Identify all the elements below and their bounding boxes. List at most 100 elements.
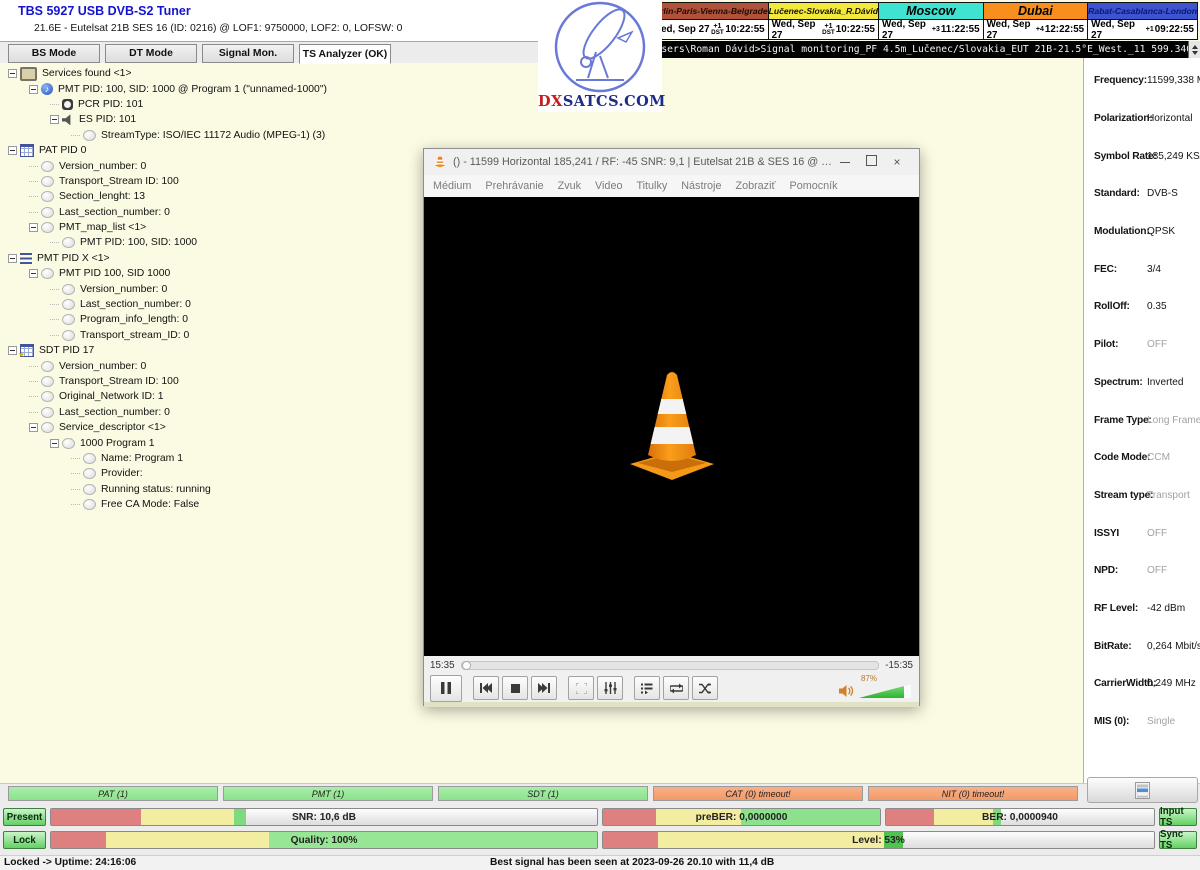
tree-node[interactable]: Free CA Mode: False <box>0 497 420 512</box>
tree-node[interactable]: 1000 Program 1 <box>0 435 420 450</box>
tree-expander-icon[interactable] <box>50 304 59 305</box>
tree-node[interactable]: Transport_Stream ID: 100 <box>0 174 420 189</box>
minimize-button[interactable] <box>832 155 858 169</box>
tree-node[interactable]: Transport_Stream ID: 100 <box>0 374 420 389</box>
close-button[interactable]: × <box>884 155 910 169</box>
stream-status-button[interactable] <box>1087 777 1198 803</box>
tree-node[interactable]: Version_number: 0 <box>0 358 420 373</box>
tree-expander-icon[interactable] <box>50 319 59 320</box>
loop-button[interactable] <box>663 676 689 700</box>
tree-expander-icon[interactable] <box>29 269 38 278</box>
tree-expander-icon[interactable] <box>71 473 80 474</box>
tree-expander-icon[interactable] <box>29 366 38 367</box>
input-ts-indicator[interactable]: Input TS <box>1159 808 1197 826</box>
vlc-menu-item[interactable]: Nástroje <box>681 180 721 192</box>
fullscreen-button[interactable] <box>568 676 594 700</box>
mode-tab[interactable]: TS Analyzer (OK) <box>299 44 391 64</box>
stop-button[interactable] <box>502 676 528 700</box>
vlc-video-area[interactable] <box>424 197 919 656</box>
tree-node[interactable]: Transport_stream_ID: 0 <box>0 328 420 343</box>
tree-expander-icon[interactable] <box>50 104 59 105</box>
volume-control[interactable]: 87% <box>839 683 911 698</box>
tree-expander-icon[interactable] <box>71 489 80 490</box>
tree-expander-icon[interactable] <box>29 412 38 413</box>
vlc-title-bar[interactable]: () - 11599 Horizontal 185,241 / RF: -45 … <box>424 149 919 175</box>
seek-knob[interactable] <box>462 661 471 670</box>
tree-expander-icon[interactable] <box>29 166 38 167</box>
tree-node[interactable]: ES PID: 101 <box>0 112 420 127</box>
lock-indicator[interactable]: Lock <box>3 831 46 849</box>
vlc-menu-item[interactable]: Titulky <box>636 180 667 192</box>
equalizer-button[interactable] <box>597 676 623 700</box>
tree-expander-icon[interactable] <box>8 254 17 263</box>
vlc-menu-item[interactable]: Video <box>595 180 622 192</box>
tree-expander-icon[interactable] <box>71 135 80 136</box>
present-indicator[interactable]: Present <box>3 808 46 826</box>
tree-node[interactable]: PMT PID: 100, SID: 1000 @ Program 1 ("un… <box>0 81 420 96</box>
parameter-value: OFF <box>1147 528 1167 539</box>
shuffle-button[interactable] <box>692 676 718 700</box>
tree-expander-icon[interactable] <box>50 289 59 290</box>
tree-node[interactable]: Version_number: 0 <box>0 158 420 173</box>
tree-node[interactable]: Service_descriptor <1> <box>0 420 420 435</box>
tree-node[interactable]: Last_section_number: 0 <box>0 297 420 312</box>
tree-node[interactable]: Services found <1> <box>0 66 420 81</box>
tree-expander-icon[interactable] <box>50 439 59 448</box>
vlc-menu-item[interactable]: Médium <box>433 180 471 192</box>
tree-node[interactable]: Last_section_number: 0 <box>0 205 420 220</box>
tree-node-label: Name: Program 1 <box>100 453 183 464</box>
tree-expander-icon[interactable] <box>29 396 38 397</box>
tree-expander-icon[interactable] <box>71 504 80 505</box>
tree-node[interactable]: SDT PID 17 <box>0 343 420 358</box>
playlist-button[interactable] <box>634 676 660 700</box>
mode-tab[interactable]: DT Mode <box>105 44 197 63</box>
tree-node[interactable]: StreamType: ISO/IEC 11172 Audio (MPEG-1)… <box>0 128 420 143</box>
tree-node[interactable]: PMT PID X <1> <box>0 251 420 266</box>
tree-expander-icon[interactable] <box>29 423 38 432</box>
tree-node[interactable]: Section_lenght: 13 <box>0 189 420 204</box>
tree-node[interactable]: PCR PID: 101 <box>0 97 420 112</box>
stop-icon <box>511 684 520 693</box>
volume-slider[interactable] <box>859 683 911 698</box>
clock-utc-offset: +1 DST <box>822 23 835 36</box>
sync-ts-indicator[interactable]: Sync TS <box>1159 831 1197 849</box>
tree-node[interactable]: PAT PID 0 <box>0 143 420 158</box>
tree-node[interactable]: Name: Program 1 <box>0 451 420 466</box>
tree-expander-icon[interactable] <box>29 223 38 232</box>
tree-node[interactable]: Version_number: 0 <box>0 281 420 296</box>
tree-node[interactable]: PMT PID: 100, SID: 1000 <box>0 235 420 250</box>
next-button[interactable] <box>531 676 557 700</box>
vlc-menu-item[interactable]: Zobraziť <box>735 180 775 192</box>
tree-expander-icon[interactable] <box>8 346 17 355</box>
console-scroll-arrows[interactable] <box>1188 41 1200 58</box>
tree-node[interactable]: PMT_map_list <1> <box>0 220 420 235</box>
vlc-menu-item[interactable]: Prehrávanie <box>485 180 543 192</box>
tree-node[interactable]: Original_Network ID: 1 <box>0 389 420 404</box>
tree-expander-icon[interactable] <box>29 212 38 213</box>
tree-expander-icon[interactable] <box>8 69 17 78</box>
tree-node[interactable]: Program_info_length: 0 <box>0 312 420 327</box>
tree-expander-icon[interactable] <box>71 458 80 459</box>
tree-expander-icon[interactable] <box>29 196 38 197</box>
pause-button[interactable] <box>430 675 462 702</box>
tree-node[interactable]: Running status: running <box>0 482 420 497</box>
seek-slider[interactable] <box>461 661 880 670</box>
tree-node[interactable]: Provider: <box>0 466 420 481</box>
snr-meter: SNR: 10,6 dB <box>50 808 598 826</box>
vlc-menu-item[interactable]: Zvuk <box>558 180 581 192</box>
tree-expander-icon[interactable] <box>29 181 38 182</box>
mode-tab[interactable]: Signal Mon. <box>202 44 294 63</box>
tree-node[interactable]: PMT PID 100, SID 1000 <box>0 266 420 281</box>
tree-expander-icon[interactable] <box>29 381 38 382</box>
previous-button[interactable] <box>473 676 499 700</box>
tree-expander-icon[interactable] <box>8 146 17 155</box>
maximize-button[interactable] <box>858 155 884 169</box>
tree-expander-icon[interactable] <box>50 242 59 243</box>
tree-expander-icon[interactable] <box>29 85 38 94</box>
mode-tab[interactable]: BS Mode <box>8 44 100 63</box>
tree-expander-icon[interactable] <box>50 335 59 336</box>
vlc-menu-item[interactable]: Pomocník <box>790 180 838 192</box>
parameter-row: Modulation: QPSK <box>1084 213 1200 251</box>
tree-expander-icon[interactable] <box>50 115 59 124</box>
tree-node[interactable]: Last_section_number: 0 <box>0 405 420 420</box>
